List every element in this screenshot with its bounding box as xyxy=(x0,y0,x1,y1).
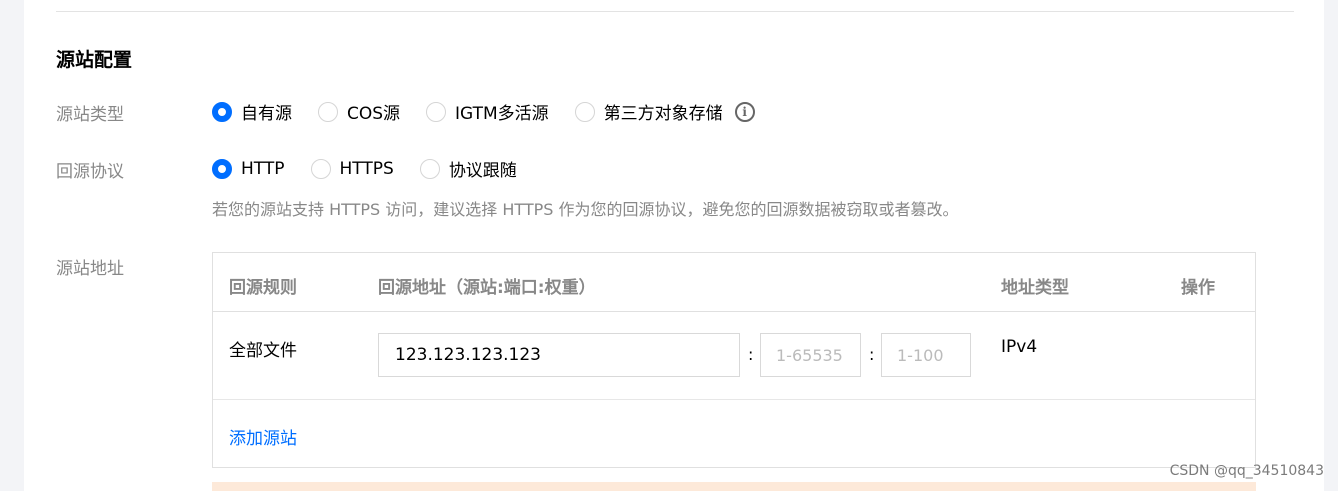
radio-checked-icon xyxy=(212,101,232,122)
column-header-type: 地址类型 xyxy=(1001,278,1069,298)
radio-unchecked-icon xyxy=(310,158,331,179)
origin-type-radio-group: 自有源 COS源 IGTM多活源 第三方对象存储 i xyxy=(212,99,755,124)
section-title: 源站配置 xyxy=(56,49,133,71)
origin-type-option-third-party[interactable]: 第三方对象存储 xyxy=(574,99,723,124)
port-separator: : xyxy=(748,345,754,364)
radio-label: 自有源 xyxy=(241,104,292,124)
protocol-hint: 若您的源站支持 HTTPS 访问，建议选择 HTTPS 作为您的回源协议，避免您… xyxy=(212,200,959,219)
table-header: 回源规则 回源地址（源站:端口:权重） 地址类型 操作 xyxy=(213,253,1255,312)
weight-separator: : xyxy=(869,345,875,364)
origin-type-label: 源站类型 xyxy=(56,105,124,125)
origin-protocol-radio-group: HTTP HTTPS 协议跟随 xyxy=(212,156,543,181)
radio-unchecked-icon xyxy=(426,101,447,122)
add-origin-link[interactable]: 添加源站 xyxy=(229,424,297,449)
protocol-option-follow[interactable]: 协议跟随 xyxy=(419,156,517,181)
origin-type-option-igtm[interactable]: IGTM多活源 xyxy=(426,99,549,124)
radio-unchecked-icon xyxy=(419,158,440,179)
origin-address-input[interactable]: 123.123.123.123 xyxy=(378,333,740,377)
radio-checked-icon xyxy=(212,158,232,179)
column-header-rule: 回源规则 xyxy=(229,278,297,298)
radio-label: HTTP xyxy=(241,158,285,179)
address-type-cell: IPv4 xyxy=(1001,337,1038,357)
table-row: 全部文件 123.123.123.123 : 1-65535 : 1-100 I… xyxy=(213,312,1255,400)
radio-label: COS源 xyxy=(347,104,401,124)
origin-address-label: 源站地址 xyxy=(56,259,124,279)
protocol-option-https[interactable]: HTTPS xyxy=(310,158,394,179)
radio-label: HTTPS xyxy=(339,158,394,179)
info-icon[interactable]: i xyxy=(734,101,755,122)
origin-type-option-cos[interactable]: COS源 xyxy=(318,99,400,124)
rule-cell: 全部文件 xyxy=(229,341,297,361)
port-input[interactable]: 1-65535 xyxy=(760,333,861,377)
top-divider xyxy=(56,11,1294,12)
origin-protocol-label: 回源协议 xyxy=(56,162,124,182)
protocol-option-http[interactable]: HTTP xyxy=(212,158,285,179)
origin-type-option-self[interactable]: 自有源 xyxy=(212,99,292,124)
origin-address-table: 回源规则 回源地址（源站:端口:权重） 地址类型 操作 全部文件 123.123… xyxy=(212,252,1256,468)
column-header-address: 回源地址（源站:端口:权重） xyxy=(378,278,596,298)
radio-unchecked-icon xyxy=(574,101,595,122)
settings-panel: 源站配置 源站类型 自有源 COS源 IGTM多活源 第三方对象存储 i 回源协… xyxy=(24,0,1324,491)
watermark: CSDN @qq_34510843 xyxy=(1169,463,1324,479)
warning-banner xyxy=(212,482,1256,491)
radio-label: 第三方对象存储 xyxy=(603,104,723,124)
radio-label: 协议跟随 xyxy=(448,161,517,181)
radio-unchecked-icon xyxy=(318,101,338,122)
radio-label: IGTM多活源 xyxy=(455,104,549,124)
column-header-actions: 操作 xyxy=(1181,278,1215,298)
weight-input[interactable]: 1-100 xyxy=(881,333,971,377)
